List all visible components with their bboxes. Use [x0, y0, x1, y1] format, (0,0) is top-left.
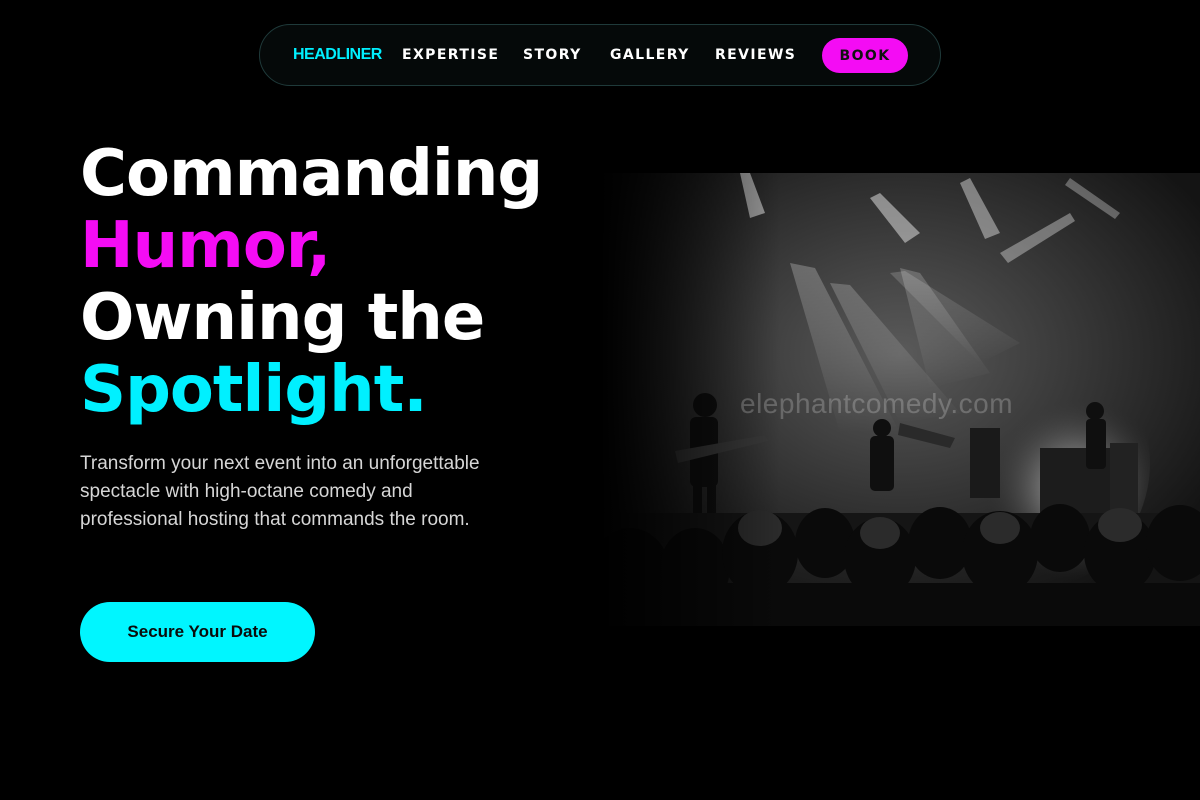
secure-your-date-button[interactable]: Secure Your Date	[80, 602, 315, 662]
nav-link-story[interactable]: STORY	[523, 46, 582, 64]
headline-line-4: Spotlight.	[80, 353, 428, 427]
hero-description: Transform your next event into an unforg…	[80, 453, 480, 530]
hero-headline: Commanding Humor, Owning the Spotlight.	[80, 137, 543, 427]
page: HEADLINER EXPERTISE STORY GALLERY REVIEW…	[0, 0, 1200, 800]
nav-link-reviews[interactable]: REVIEWS	[715, 46, 796, 64]
hero-concert-image: elephantcomedy.com	[600, 173, 1200, 626]
brand-logo[interactable]: HEADLINER	[293, 45, 382, 65]
top-navigation: HEADLINER EXPERTISE STORY GALLERY REVIEW…	[259, 24, 941, 86]
image-watermark: elephantcomedy.com	[740, 388, 1014, 419]
headline-line-2: Humor,	[80, 209, 331, 283]
nav-link-gallery[interactable]: GALLERY	[610, 46, 690, 64]
headline-line-3: Owning the	[80, 281, 485, 355]
nav-link-expertise[interactable]: EXPERTISE	[402, 46, 499, 64]
book-button[interactable]: BOOK	[822, 38, 908, 73]
headline-line-1: Commanding	[80, 137, 543, 211]
